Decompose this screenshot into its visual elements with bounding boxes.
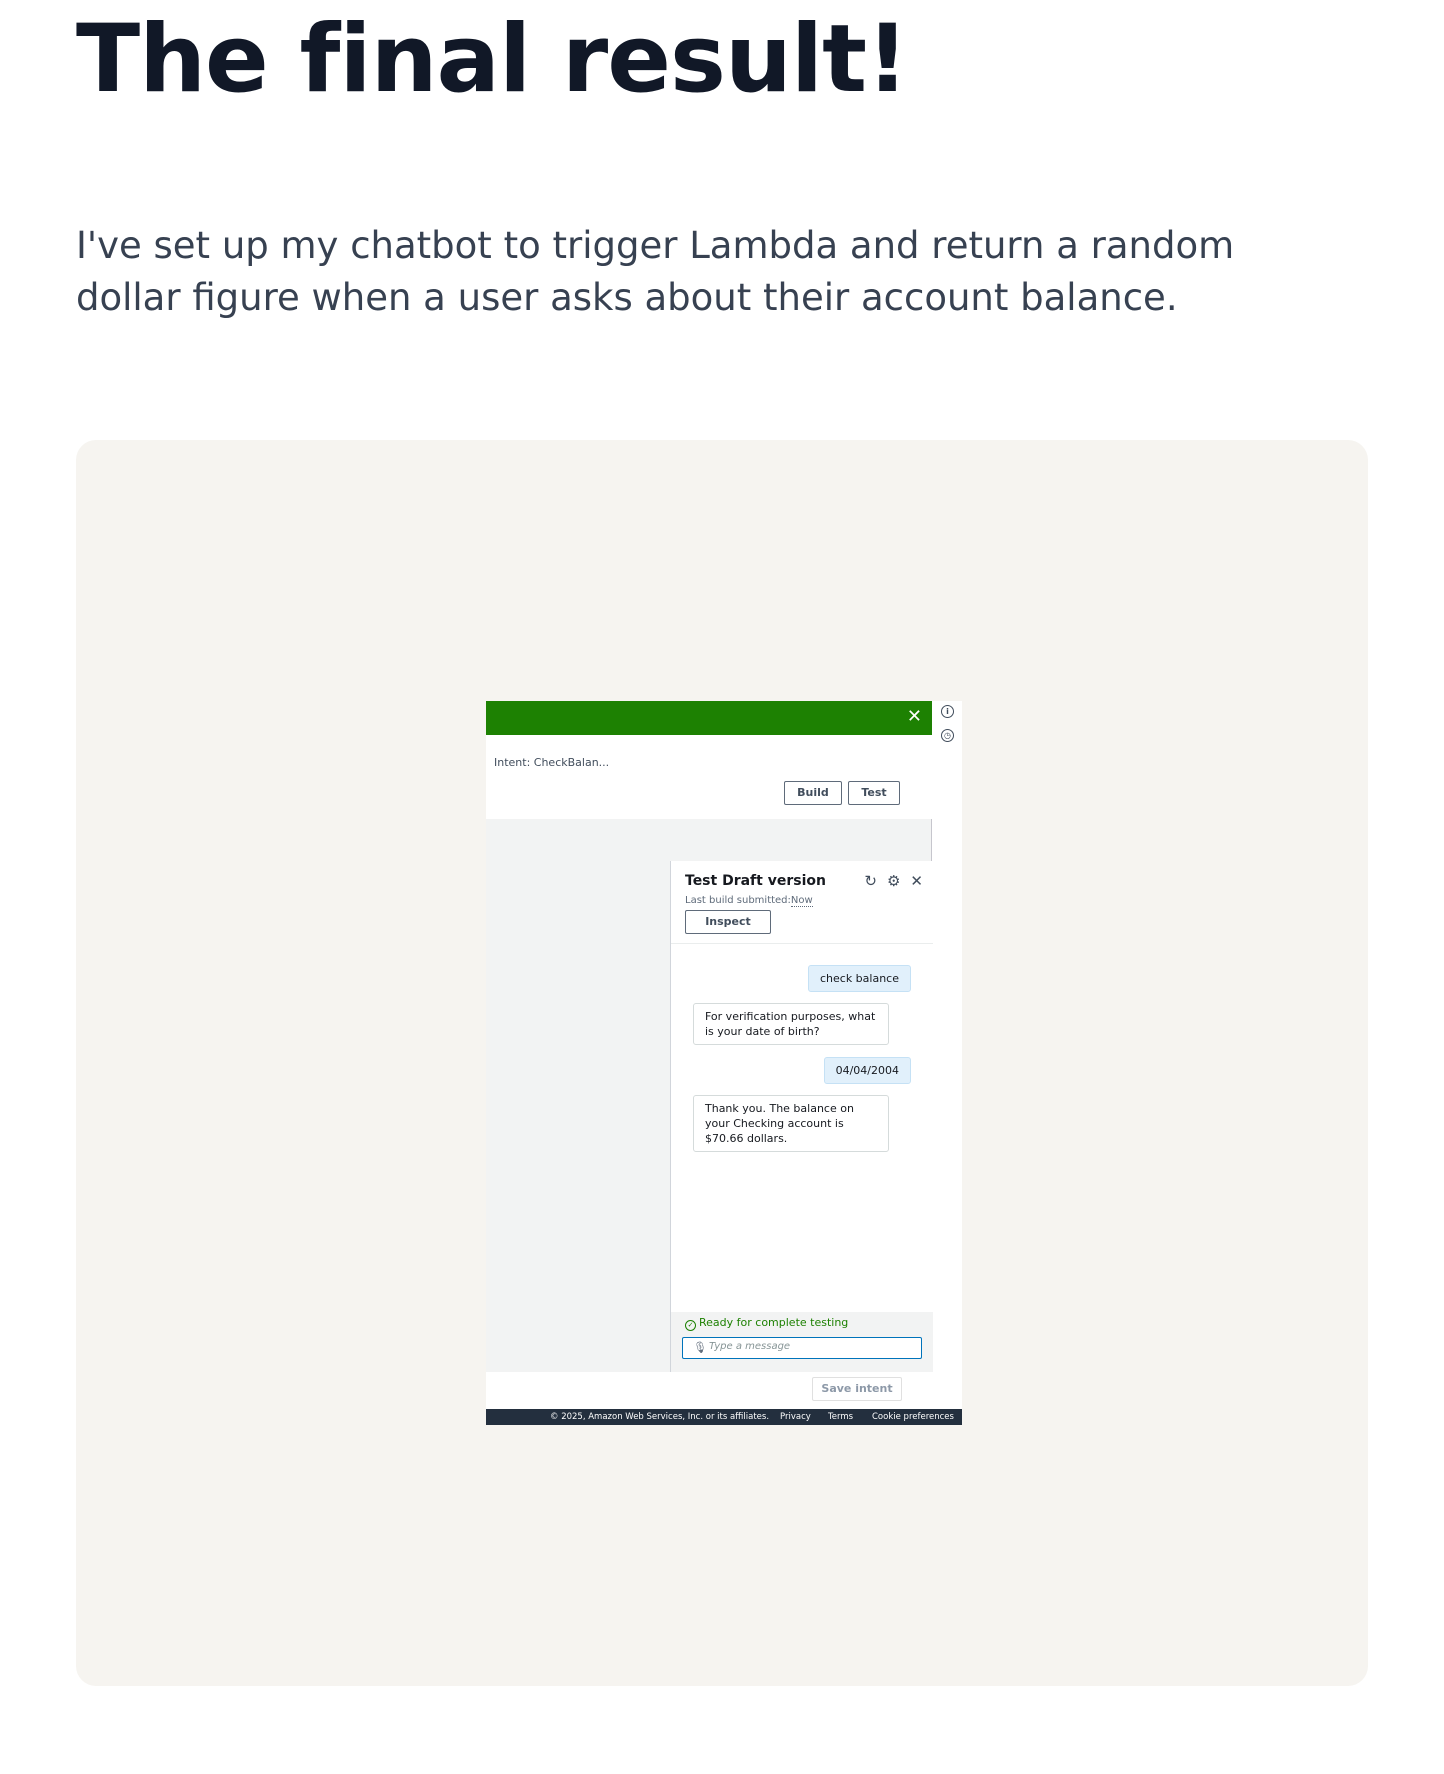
side-rail: i ◷	[932, 701, 962, 773]
close-icon[interactable]: ✕	[910, 873, 923, 889]
refresh-icon[interactable]: ↻	[864, 873, 877, 889]
last-build-info: Last build submitted:Now	[685, 895, 813, 907]
bot-message: For verification purposes, what is your …	[693, 1003, 889, 1045]
status-message: ✓ Ready for complete testing	[685, 1316, 848, 1331]
check-circle-icon: ✓	[685, 1320, 696, 1331]
footer-cookies-link[interactable]: Cookie preferences	[872, 1409, 954, 1425]
user-message: check balance	[807, 965, 911, 992]
last-build-label: Last build submitted:	[685, 895, 791, 906]
intro-paragraph: I've set up my chatbot to trigger Lambda…	[76, 224, 1235, 319]
close-icon[interactable]: ✕	[907, 707, 922, 727]
user-message: 04/04/2004	[823, 1057, 911, 1084]
microphone-icon[interactable]: 🎙	[693, 1341, 707, 1354]
message-input[interactable]: 🎙 Type a message	[682, 1337, 922, 1359]
message-placeholder: Type a message	[709, 1341, 791, 1352]
info-icon[interactable]: i	[941, 705, 954, 718]
test-panel-actions: ↻ ⚙ ✕	[864, 873, 923, 889]
footer-terms-link[interactable]: Terms	[828, 1409, 853, 1425]
console-footer: © 2025, Amazon Web Services, Inc. or its…	[486, 1409, 962, 1425]
footer-privacy-link[interactable]: Privacy	[780, 1409, 811, 1425]
footer-copyright: © 2025, Amazon Web Services, Inc. or its…	[550, 1412, 770, 1422]
lex-console-screenshot: ✕ i ◷ Intent: CheckBalan... Build Test T…	[486, 701, 962, 1425]
inspect-button[interactable]: Inspect	[685, 910, 771, 934]
header-separator	[671, 943, 933, 944]
bot-message: Thank you. The balance on your Checking …	[693, 1095, 889, 1152]
test-button[interactable]: Test	[848, 781, 900, 805]
page-title: The final result!	[76, 5, 909, 114]
settings-icon[interactable]: ⚙	[887, 873, 900, 889]
feedback-icon[interactable]: ◷	[941, 729, 954, 742]
success-banner: ✕	[486, 701, 932, 735]
intent-breadcrumb: Intent: CheckBalan...	[494, 756, 610, 769]
last-build-value: Now	[790, 895, 813, 907]
save-intent-button[interactable]: Save intent	[812, 1377, 902, 1401]
test-panel-title: Test Draft version	[685, 873, 826, 889]
build-button[interactable]: Build	[784, 781, 842, 805]
test-panel: Test Draft version Last build submitted:…	[670, 861, 933, 1372]
test-status-bar: ✓ Ready for complete testing 🎙 Type a mes…	[671, 1312, 933, 1372]
